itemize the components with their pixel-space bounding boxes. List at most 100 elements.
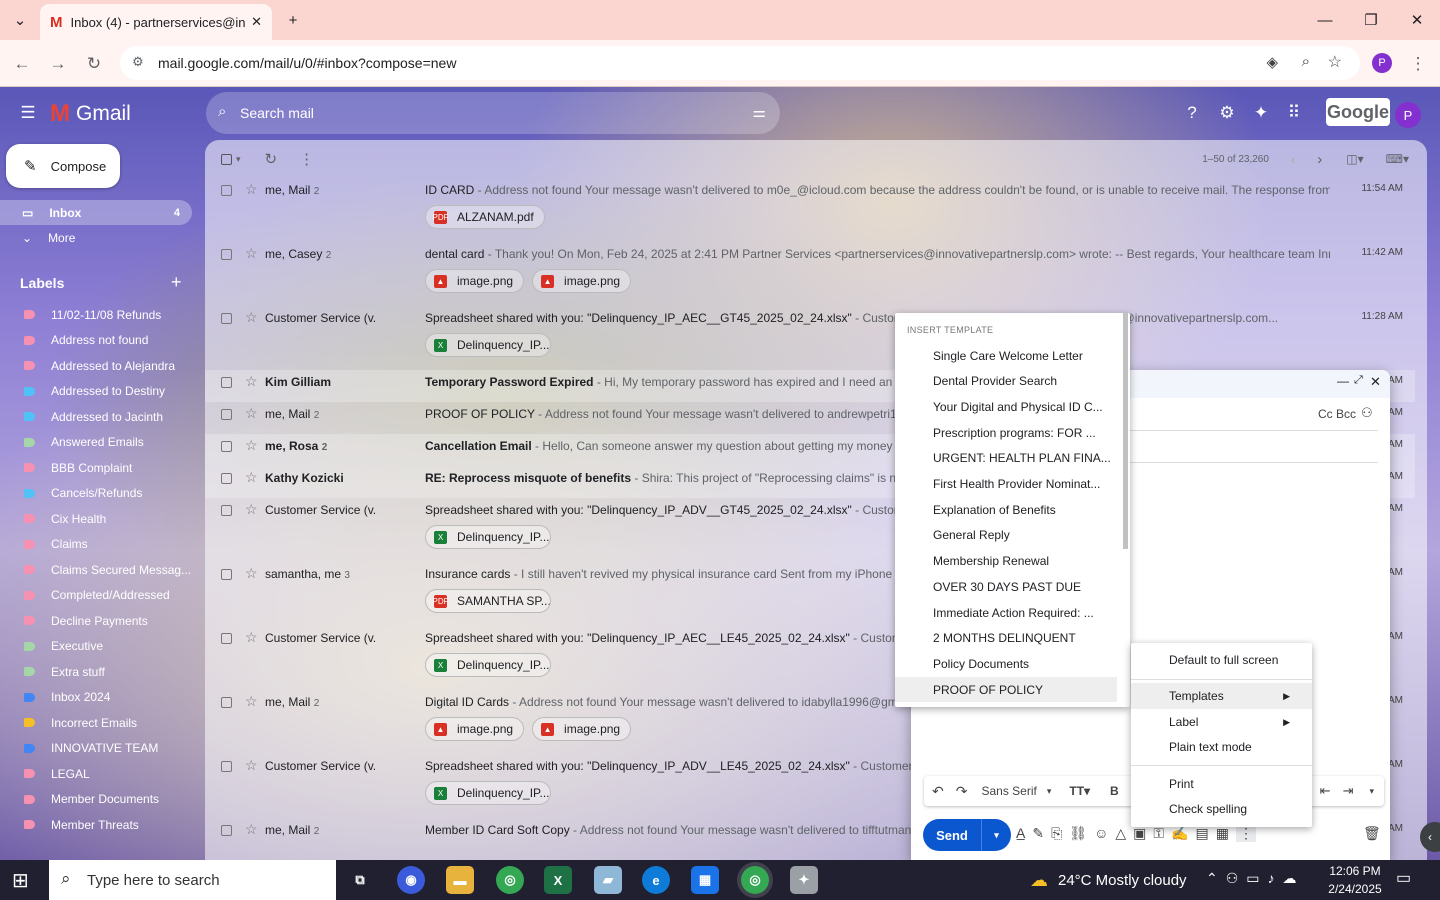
select-contacts-icon[interactable]: ⚇ — [1361, 405, 1373, 421]
sidebar-label-item[interactable]: Incorrect Emails — [0, 710, 200, 736]
compose-button[interactable]: ✎ Compose — [6, 144, 120, 188]
row-checkbox[interactable] — [221, 569, 232, 580]
row-checkbox[interactable] — [221, 185, 232, 196]
star-icon[interactable]: ☆ — [245, 181, 258, 198]
taskbar-clock[interactable]: 12:06 PM 2/24/2025 — [1320, 862, 1390, 898]
app-icon-2[interactable]: ✦ — [790, 866, 818, 894]
template-item[interactable]: Your Digital and Physical ID C... — [895, 394, 1117, 419]
attachment-chip[interactable]: ▲ image.png — [532, 717, 632, 741]
forward-icon[interactable]: → — [44, 50, 72, 78]
site-info-icon[interactable]: ⚙ — [132, 54, 144, 70]
template-item[interactable]: 2 MONTHS DELINQUENT — [895, 626, 1117, 651]
attachment-chip[interactable]: X Delinquency_IP... — [425, 525, 551, 549]
extension-icon[interactable]: ◈ — [1266, 53, 1278, 71]
row-checkbox[interactable] — [221, 633, 232, 644]
star-icon[interactable]: ☆ — [245, 501, 258, 518]
google-account-logo[interactable]: Google — [1326, 98, 1390, 126]
back-icon[interactable]: ← — [8, 50, 36, 78]
row-checkbox[interactable] — [221, 505, 232, 516]
gemini-sparkle-icon[interactable]: ✦ — [1248, 100, 1274, 126]
next-page-icon[interactable]: › — [1317, 151, 1322, 168]
bold-icon[interactable]: B — [1110, 784, 1119, 798]
help-icon[interactable]: ? — [1179, 100, 1205, 126]
template-item[interactable]: General Reply — [895, 523, 1117, 548]
sidebar-label-item[interactable]: Addressed to Jacinth — [0, 404, 200, 430]
tab-list-chevron-icon[interactable]: ⌄ — [0, 0, 40, 40]
template-item[interactable]: Prescription programs: FOR ... — [895, 420, 1117, 445]
bookmark-star-icon[interactable]: ☆ — [1328, 52, 1342, 72]
weather-widget[interactable]: ☁ 24°C Mostly cloudy — [1030, 870, 1187, 891]
row-checkbox[interactable] — [221, 313, 232, 324]
attach-icon[interactable]: ⎘ — [1051, 825, 1062, 842]
font-dropdown-icon[interactable]: ▾ — [1047, 786, 1052, 797]
star-icon[interactable]: ☆ — [245, 757, 258, 774]
discard-draft-icon[interactable]: 🗑 — [1363, 825, 1381, 842]
taskbar-search-input[interactable]: ⌕ Type here to search — [49, 860, 336, 900]
minimize-icon[interactable]: — — [1302, 0, 1348, 40]
row-checkbox[interactable] — [221, 441, 232, 452]
menu-item-label[interactable]: Label ▶ — [1131, 709, 1312, 735]
notes-app-icon[interactable]: ▰ — [594, 866, 622, 894]
browser-tab[interactable]: M Inbox (4) - partnerservices@inn ✕ — [40, 4, 272, 40]
notifications-icon[interactable]: ▭ — [1396, 868, 1411, 888]
reload-icon[interactable]: ↻ — [80, 50, 108, 78]
undo-icon[interactable]: ↶ — [932, 783, 944, 800]
browser-profile-avatar[interactable]: P — [1372, 53, 1392, 73]
row-checkbox[interactable] — [221, 249, 232, 260]
sidebar-label-item[interactable]: Address not found — [0, 328, 200, 354]
menu-item-check-spelling[interactable]: Check spelling — [1131, 796, 1312, 822]
menu-scrollbar[interactable] — [1123, 313, 1128, 549]
sidebar-label-item[interactable]: Claims Secured Messag... — [0, 557, 200, 583]
gmail-logo[interactable]: M Gmail — [50, 100, 131, 128]
star-icon[interactable]: ☆ — [245, 245, 258, 262]
attachment-chip[interactable]: X Delinquency_IP... — [425, 333, 551, 357]
star-icon[interactable]: ☆ — [245, 629, 258, 646]
more-formatting-icon[interactable]: ▾ — [1369, 786, 1374, 797]
sidebar-label-item[interactable]: Member Documents — [0, 787, 200, 813]
more-actions-icon[interactable]: ⋮ — [299, 150, 314, 168]
send-button[interactable]: Send ▾ — [923, 819, 1011, 851]
app-icon[interactable]: ◉ — [397, 866, 425, 894]
photo-icon[interactable]: ▣ — [1133, 825, 1146, 842]
cc-bcc-link[interactable]: Cc Bcc — [1318, 407, 1356, 421]
sidebar-label-item[interactable]: BBB Complaint — [0, 455, 200, 481]
sidebar-label-item[interactable]: Decline Payments — [0, 608, 200, 634]
row-checkbox[interactable] — [221, 825, 232, 836]
ai-write-icon[interactable]: ✎ — [1032, 825, 1044, 842]
account-avatar[interactable]: P — [1395, 102, 1421, 128]
sidebar-label-item[interactable]: Completed/Addressed — [0, 583, 200, 609]
windows-start-icon[interactable]: ⊞ — [12, 868, 29, 893]
font-size-icon[interactable]: TT▾ — [1069, 784, 1090, 798]
attachment-chip[interactable]: PDF SAMANTHA SP... — [425, 589, 551, 613]
task-view-icon[interactable]: ⧉ — [346, 866, 374, 894]
sidebar-item-inbox[interactable]: ▭ Inbox 4 — [0, 200, 192, 225]
attachment-chip[interactable]: X Delinquency_IP... — [425, 653, 551, 677]
settings-gear-icon[interactable]: ⚙ — [1214, 100, 1240, 126]
schedule-send-dropdown-icon[interactable]: ▾ — [981, 819, 1011, 851]
text-color-icon[interactable]: A̲ — [1016, 825, 1025, 842]
chrome-active-icon[interactable]: ◎ — [741, 866, 769, 894]
email-row[interactable]: ☆ Customer Service (v. Spreadsheet share… — [205, 306, 1415, 370]
indent-more-icon[interactable]: ⇥ — [1343, 783, 1354, 799]
tab-close-icon[interactable]: ✕ — [251, 14, 262, 30]
font-select[interactable]: Sans Serif — [981, 784, 1036, 798]
excel-icon[interactable]: X — [544, 866, 572, 894]
template-item[interactable]: Membership Renewal — [895, 549, 1117, 574]
email-row[interactable]: ☆ me, Mail 2 ID CARD - Address not found… — [205, 178, 1415, 242]
row-checkbox[interactable] — [221, 377, 232, 388]
input-tools-icon[interactable]: ⌨▾ — [1386, 152, 1409, 166]
row-checkbox[interactable] — [221, 761, 232, 772]
star-icon[interactable]: ☆ — [245, 469, 258, 486]
attachment-chip[interactable]: PDF ALZANAM.pdf — [425, 205, 545, 229]
star-icon[interactable]: ☆ — [245, 821, 258, 838]
menu-item-plain-text[interactable]: Plain text mode — [1131, 734, 1312, 760]
template-item[interactable]: OVER 30 DAYS PAST DUE — [895, 574, 1117, 599]
zoom-icon[interactable]: ⌕ — [1302, 53, 1310, 70]
sidebar-label-item[interactable]: Claims — [0, 532, 200, 558]
sidebar-label-item[interactable]: LEGAL — [0, 761, 200, 787]
edge-icon[interactable]: e — [642, 866, 670, 894]
menu-item-print[interactable]: Print — [1131, 771, 1312, 797]
template-item[interactable]: First Health Provider Nominat... — [895, 472, 1117, 497]
star-icon[interactable]: ☆ — [245, 373, 258, 390]
prev-page-icon[interactable]: ‹ — [1291, 152, 1295, 167]
